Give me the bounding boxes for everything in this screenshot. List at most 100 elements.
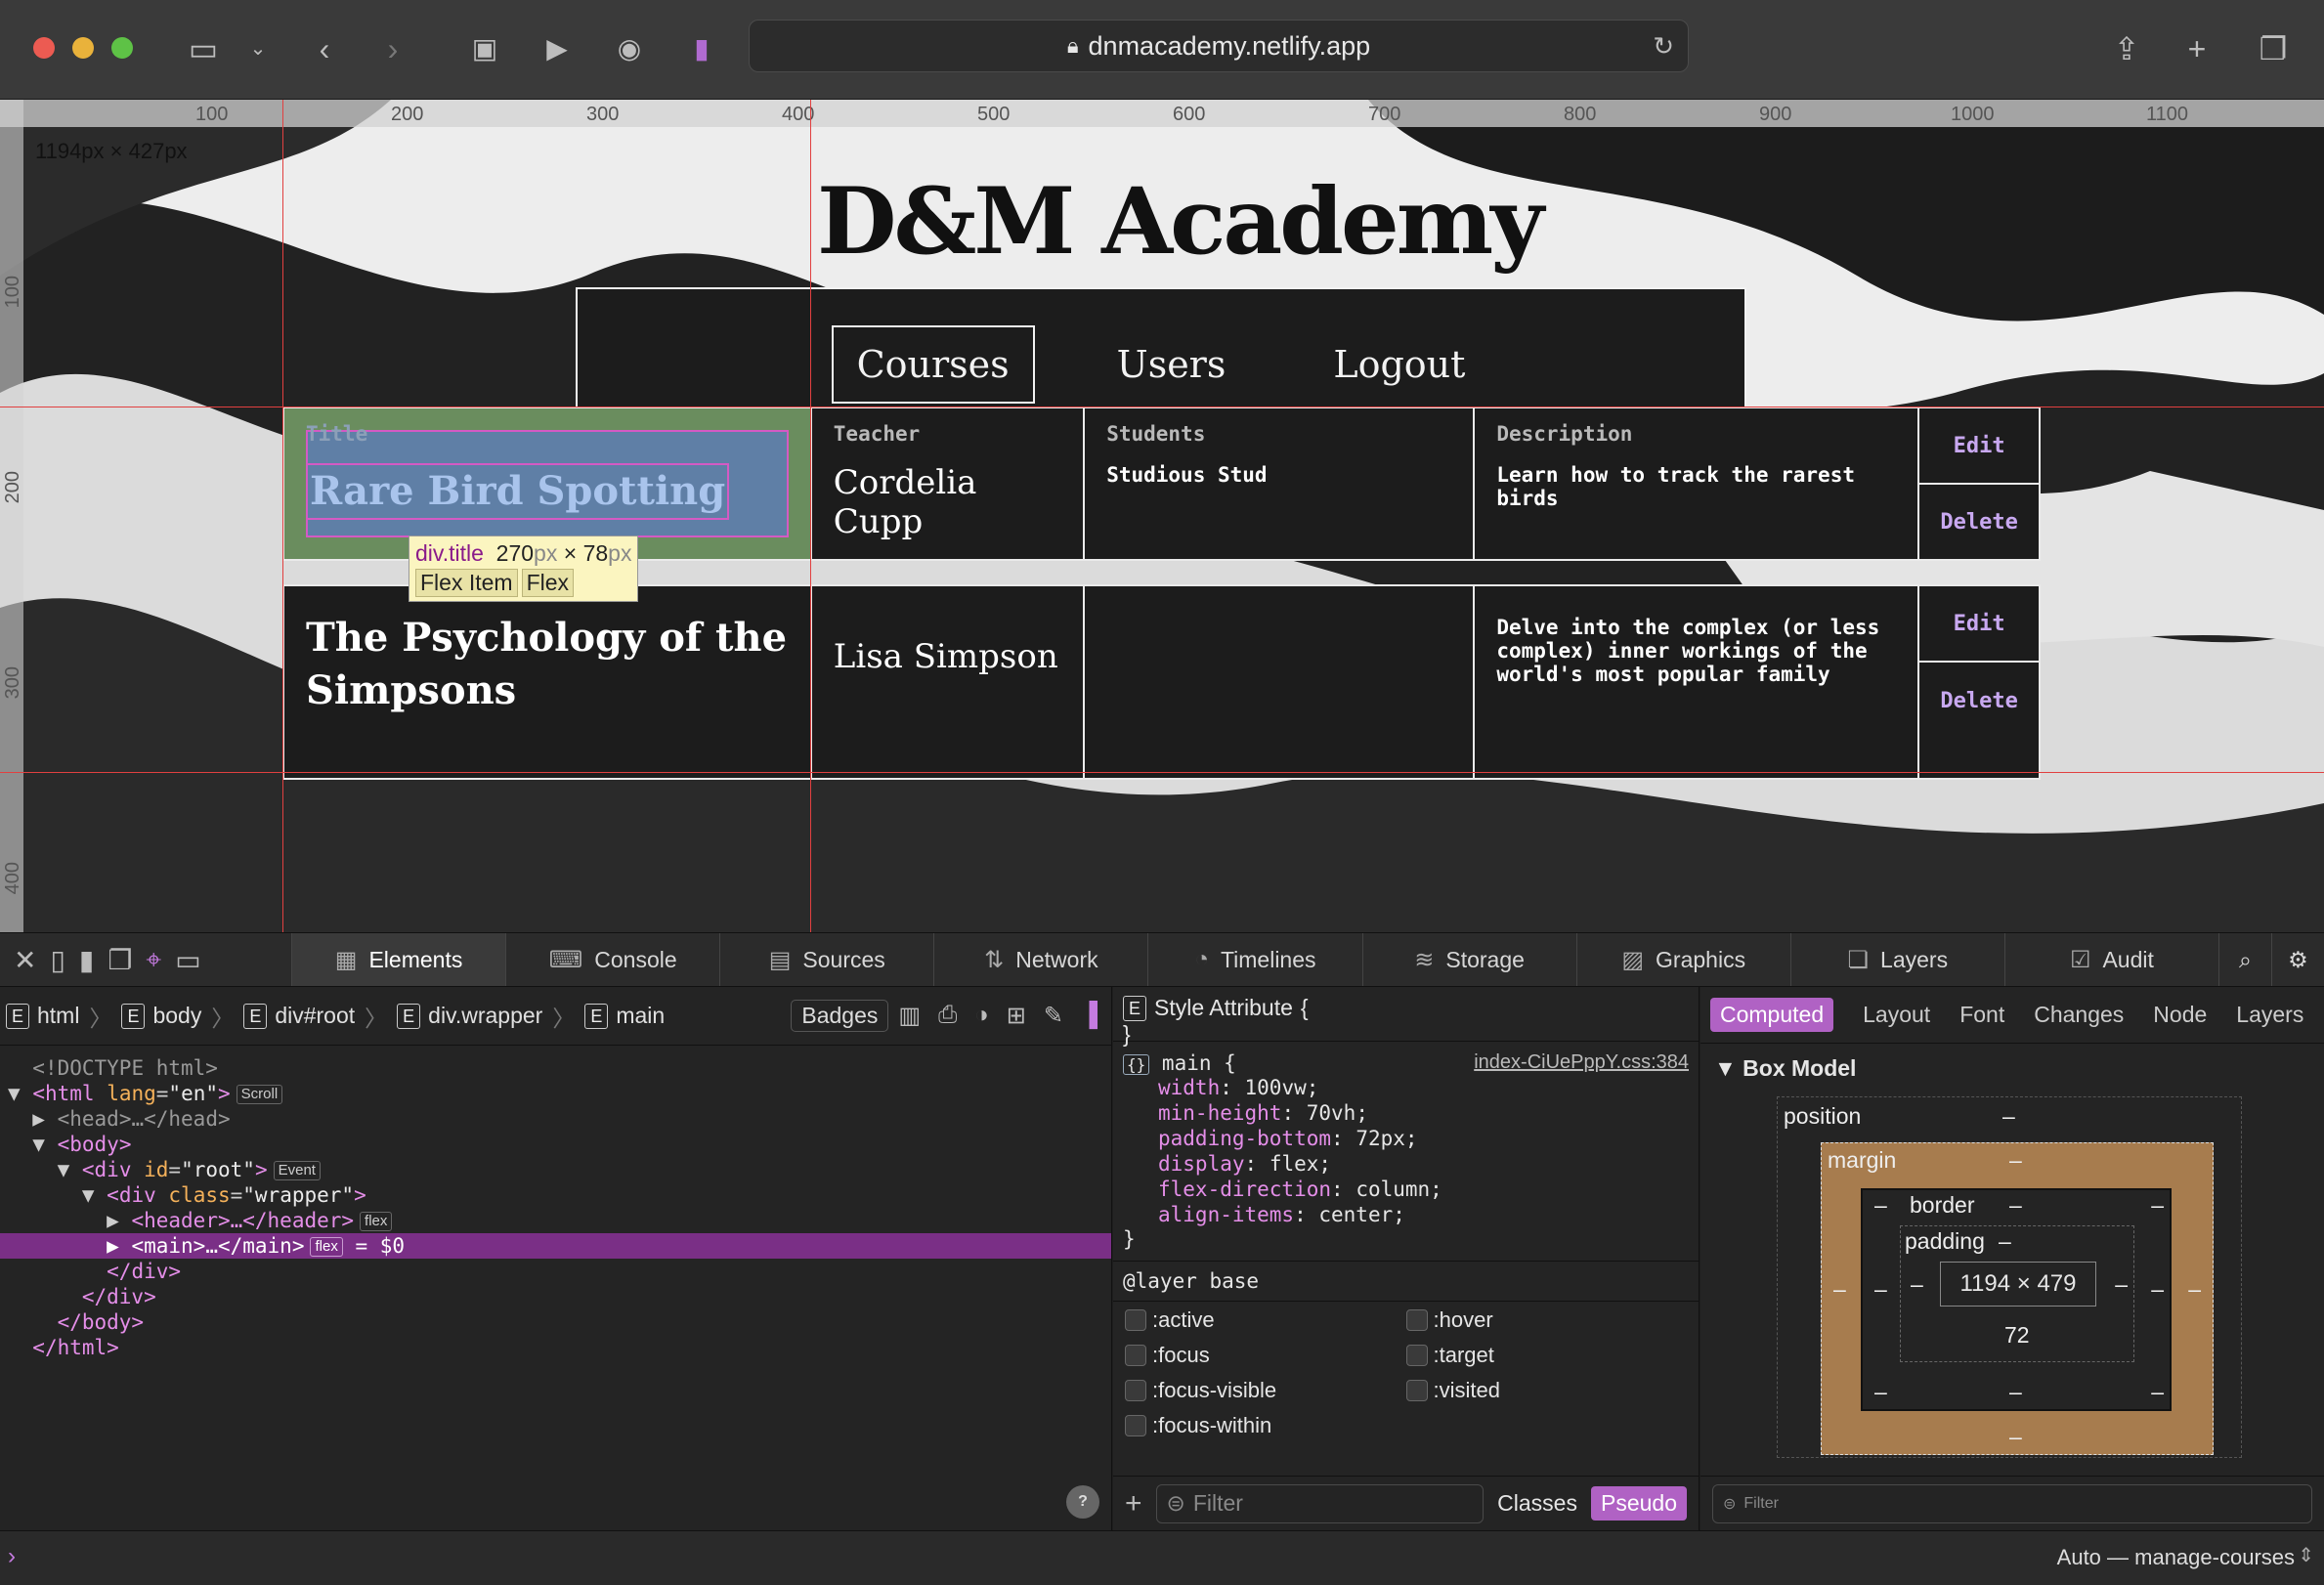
breadcrumb-item[interactable]: Ebody [121, 1003, 201, 1029]
brush-icon[interactable]: ✎ [1044, 1002, 1063, 1030]
tab-node[interactable]: Node [2153, 1002, 2207, 1028]
help-icon[interactable]: ? [1066, 1485, 1099, 1519]
box-model-header[interactable]: ▼ Box Model [1700, 1044, 2324, 1093]
breadcrumb-item[interactable]: Emain [584, 1003, 665, 1029]
sidebar-toggle-icon[interactable]: ▐ [1081, 1002, 1097, 1030]
execution-context-select[interactable]: Auto — manage-courses [2057, 1545, 2295, 1570]
dom-node[interactable]: ▼ <html lang="en"> Scroll [0, 1081, 1111, 1106]
edit-button[interactable]: Edit [1919, 586, 2040, 663]
pseudo-toggle[interactable]: :focus-within [1125, 1413, 1406, 1438]
close-icon[interactable]: ✕ [14, 944, 36, 976]
css-declaration[interactable]: padding-bottom: 72px; [1158, 1126, 1689, 1151]
dom-node[interactable]: </body> [0, 1309, 1111, 1335]
share-icon[interactable]: ⇪ [2105, 27, 2148, 70]
appearance-icon[interactable]: ◑ [974, 1002, 989, 1030]
tab-font[interactable]: Font [1959, 1002, 2004, 1028]
dom-node[interactable]: ▼ <div id="root"> Event [0, 1157, 1111, 1182]
disclosure-open-icon[interactable]: ▼ [8, 1082, 21, 1105]
tab-console[interactable]: ⌨ Console [505, 933, 719, 986]
pseudo-toggle[interactable]: :focus-visible [1125, 1378, 1406, 1403]
tab-network[interactable]: ⇅ Network [933, 933, 1147, 986]
delete-button[interactable]: Delete [1919, 485, 2039, 559]
dock-bottom-icon[interactable]: ▯ [50, 944, 65, 976]
node-badge[interactable]: flex [360, 1212, 393, 1231]
css-declaration[interactable]: align-items: center; [1158, 1202, 1689, 1227]
source-link[interactable]: index-CiUePppY.css:384 [1474, 1051, 1689, 1075]
pseudo-toggle[interactable]: :focus [1125, 1343, 1406, 1368]
css-declaration[interactable]: width: 100vw; [1158, 1075, 1689, 1100]
breadcrumb-item[interactable]: Ediv.wrapper [397, 1003, 542, 1029]
add-rule-icon[interactable]: + [1125, 1487, 1142, 1521]
tab-computed[interactable]: Computed [1710, 998, 1834, 1032]
back-icon[interactable]: ‹ [303, 27, 346, 70]
layout-grid-icon[interactable]: ⊞ [1007, 1002, 1026, 1030]
tab-changes[interactable]: Changes [2034, 1002, 2124, 1028]
checkbox[interactable] [1405, 1380, 1428, 1401]
gear-icon[interactable]: ⚙ [2270, 933, 2324, 986]
search-icon[interactable]: ⌕ [2217, 933, 2271, 986]
tab-layout[interactable]: Layout [1863, 1002, 1930, 1028]
notion-extension-icon[interactable]: ▣ [463, 27, 506, 70]
dock-side-icon[interactable]: ▮ [79, 944, 94, 976]
css-declaration[interactable]: flex-direction: column; [1158, 1177, 1689, 1202]
checkbox[interactable] [1125, 1415, 1146, 1436]
node-badge[interactable]: Scroll [236, 1085, 283, 1104]
rule-selector[interactable]: main [1162, 1051, 1212, 1075]
pseudo-toggle[interactable]: :target [1405, 1343, 1688, 1368]
classes-toggle[interactable]: Classes [1497, 1490, 1577, 1517]
tab-graphics[interactable]: ▨ Graphics [1575, 933, 1790, 986]
print-icon[interactable]: ⎙ [938, 1002, 957, 1030]
checkbox[interactable] [1405, 1309, 1428, 1331]
minimize-window-button[interactable] [72, 37, 94, 59]
address-bar[interactable]: 🔒︎ dnmacademy.netlify.app ↻ [749, 20, 1689, 72]
disclosure-closed-icon[interactable]: ▶ [107, 1209, 119, 1232]
dom-node[interactable]: ▼ <div class="wrapper"> [0, 1182, 1111, 1208]
dom-node[interactable]: </html> [0, 1335, 1111, 1360]
css-declaration[interactable]: display: flex; [1158, 1151, 1689, 1177]
compass-extension-icon[interactable]: ◉ [608, 27, 651, 70]
nav-courses[interactable]: Courses [831, 324, 1035, 404]
pseudo-toggle[interactable]: :active [1125, 1307, 1406, 1333]
badges-button[interactable]: Badges [791, 1000, 889, 1032]
nav-logout[interactable]: Logout [1308, 325, 1490, 404]
forward-icon[interactable]: › [371, 27, 414, 70]
tab-elements[interactable]: ▦ Elements [291, 933, 506, 986]
checkbox[interactable] [1125, 1309, 1146, 1331]
dom-node-selected[interactable]: ▶ <main>…</main> flex = $0 [0, 1233, 1111, 1259]
breadcrumb-item[interactable]: Ehtml [6, 1003, 79, 1029]
tab-sources[interactable]: ▤ Sources [719, 933, 933, 986]
tab-overview-icon[interactable]: ❐ [2252, 27, 2295, 70]
disclosure-open-icon[interactable]: ▼ [82, 1183, 95, 1207]
zoom-window-button[interactable] [111, 37, 133, 59]
sidebar-toggle-icon[interactable]: ▭ [182, 27, 225, 70]
disclosure-open-icon[interactable]: ▼ [32, 1133, 45, 1156]
dom-node[interactable]: ▶ <header>…</header> flex [0, 1208, 1111, 1233]
edit-button[interactable]: Edit [1919, 408, 2040, 485]
styles-filter-input[interactable]: ⊜ Filter [1155, 1483, 1485, 1523]
breadcrumb-item[interactable]: Ediv#root [243, 1003, 355, 1029]
pseudo-toggle-button[interactable]: Pseudo [1590, 1486, 1687, 1521]
pseudo-toggle[interactable]: :visited [1405, 1378, 1688, 1403]
tab-timelines[interactable]: ◔ Timelines [1147, 933, 1361, 986]
node-badge[interactable]: Event [273, 1161, 321, 1180]
checkbox[interactable] [1125, 1345, 1146, 1366]
dom-node[interactable]: <!DOCTYPE html> [0, 1055, 1111, 1081]
checkbox[interactable] [1125, 1380, 1146, 1401]
disclosure-closed-icon[interactable]: ▶ [32, 1107, 45, 1131]
reload-icon[interactable]: ↻ [1653, 31, 1674, 62]
dom-node[interactable]: ▼ <body> [0, 1132, 1111, 1157]
disclosure-open-icon[interactable]: ▼ [58, 1158, 70, 1181]
delete-button[interactable]: Delete [1919, 663, 2039, 739]
tab-storage[interactable]: ≋ Storage [1361, 933, 1576, 986]
tab-layers[interactable]: Layers [2236, 1002, 2303, 1028]
chevron-down-icon[interactable]: ⌄ [237, 27, 280, 70]
close-window-button[interactable] [33, 37, 55, 59]
node-badge[interactable]: flex [310, 1237, 343, 1257]
youtube-extension-icon[interactable]: ▶ [536, 27, 579, 70]
undock-icon[interactable]: ❐ [108, 944, 132, 976]
inspect-element-icon[interactable]: ⌖ [146, 944, 161, 976]
computed-filter-input[interactable]: ⊜ Filter [1712, 1483, 2312, 1523]
tab-audit[interactable]: ☑ Audit [2003, 933, 2218, 986]
device-icon[interactable]: ▭ [175, 944, 200, 976]
dom-node[interactable]: </div> [0, 1284, 1111, 1309]
